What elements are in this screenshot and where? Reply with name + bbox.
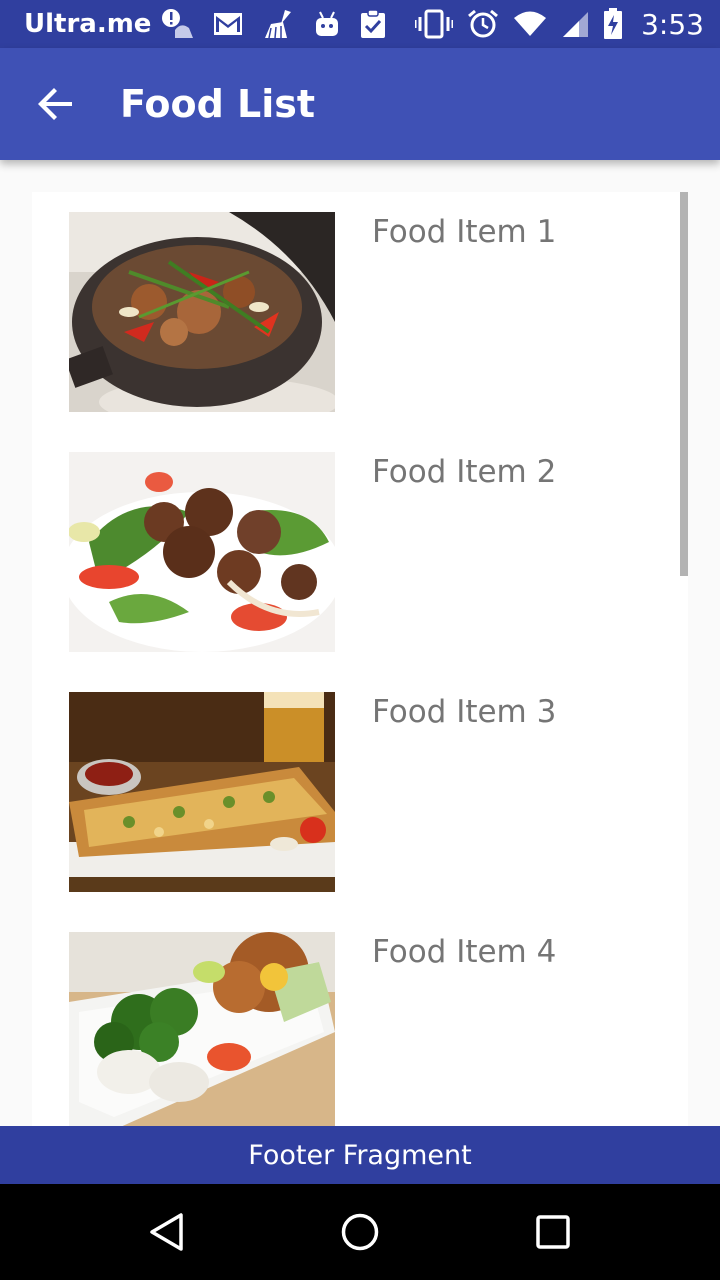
- wifi-icon: [514, 11, 547, 36]
- system-icons: 3:53: [415, 8, 704, 41]
- footer-fragment: Footer Fragment: [0, 1126, 720, 1184]
- food-list[interactable]: Food Item 1 Food Item 2 Food Item 3 Food…: [32, 192, 688, 1126]
- food-image: [69, 212, 335, 412]
- alert-person-icon: [162, 9, 194, 38]
- food-image: [69, 932, 335, 1126]
- list-item[interactable]: Food Item 4: [32, 912, 688, 1126]
- nav-home-button[interactable]: [312, 1184, 408, 1280]
- food-item-label: Food Item 4: [372, 934, 557, 970]
- cheese-flatbread-photo: [69, 692, 335, 892]
- vibrate-icon: [415, 9, 454, 39]
- battery-charging-icon: [604, 8, 623, 39]
- recents-square-icon: [536, 1215, 571, 1249]
- back-triangle-icon: [149, 1213, 183, 1251]
- list-scrollbar[interactable]: [680, 192, 688, 576]
- back-button[interactable]: [0, 48, 112, 160]
- food-item-label: Food Item 1: [372, 214, 557, 250]
- food-image: [69, 452, 335, 652]
- alarm-icon: [468, 9, 499, 38]
- gmail-icon: [214, 13, 243, 35]
- list-item[interactable]: Food Item 3: [32, 672, 688, 912]
- app-bar: Food List: [0, 48, 720, 160]
- broom-icon: [265, 10, 292, 39]
- clay-pot-stir-fry-photo: [69, 212, 335, 412]
- clipboard-check-icon: [361, 9, 386, 38]
- bento-box-photo: [69, 932, 335, 1126]
- signal-icon: [563, 12, 589, 37]
- status-bar: Ultra.me 3:53: [0, 0, 720, 48]
- list-item[interactable]: Food Item 1: [32, 192, 688, 432]
- beef-salad-photo: [69, 452, 335, 652]
- arrow-back-icon: [38, 88, 72, 120]
- notification-icons: [161, 8, 387, 40]
- status-time: 3:53: [641, 7, 704, 41]
- food-image: [69, 692, 335, 892]
- food-item-label: Food Item 3: [372, 694, 557, 730]
- android-icon: [316, 11, 339, 36]
- page-title: Food List: [120, 82, 316, 126]
- footer-label: Footer Fragment: [248, 1139, 472, 1171]
- home-circle-icon: [341, 1213, 379, 1251]
- nav-back-button[interactable]: [119, 1184, 215, 1280]
- list-item[interactable]: Food Item 2: [32, 432, 688, 672]
- carrier-name: Ultra.me: [24, 9, 152, 39]
- food-item-label: Food Item 2: [372, 454, 557, 490]
- system-nav-bar: [0, 1184, 720, 1280]
- nav-recents-button[interactable]: [505, 1184, 601, 1280]
